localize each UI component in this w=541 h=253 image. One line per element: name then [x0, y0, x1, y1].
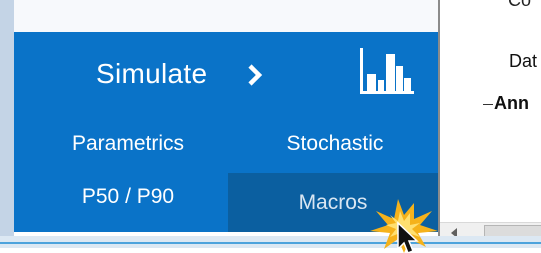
right-pane-top-text: Co	[508, 0, 532, 10]
right-pane-ann-label: Ann	[494, 93, 529, 113]
collapse-dash[interactable]	[483, 104, 493, 105]
parametrics-button[interactable]: Parametrics	[30, 122, 226, 166]
histogram-icon[interactable]	[360, 44, 416, 96]
p50-p90-button[interactable]: P50 / P90	[30, 175, 226, 219]
top-strip	[14, 0, 438, 32]
right-pane-date-label: Dat	[509, 51, 538, 71]
click-burst-icon	[370, 199, 438, 253]
chevron-right-icon	[248, 64, 263, 86]
left-frame	[0, 0, 14, 236]
bottom-accent-line	[0, 242, 541, 244]
simulate-button[interactable]: Simulate	[96, 58, 207, 90]
stochastic-button[interactable]: Stochastic	[250, 122, 420, 166]
right-pane	[440, 0, 541, 236]
